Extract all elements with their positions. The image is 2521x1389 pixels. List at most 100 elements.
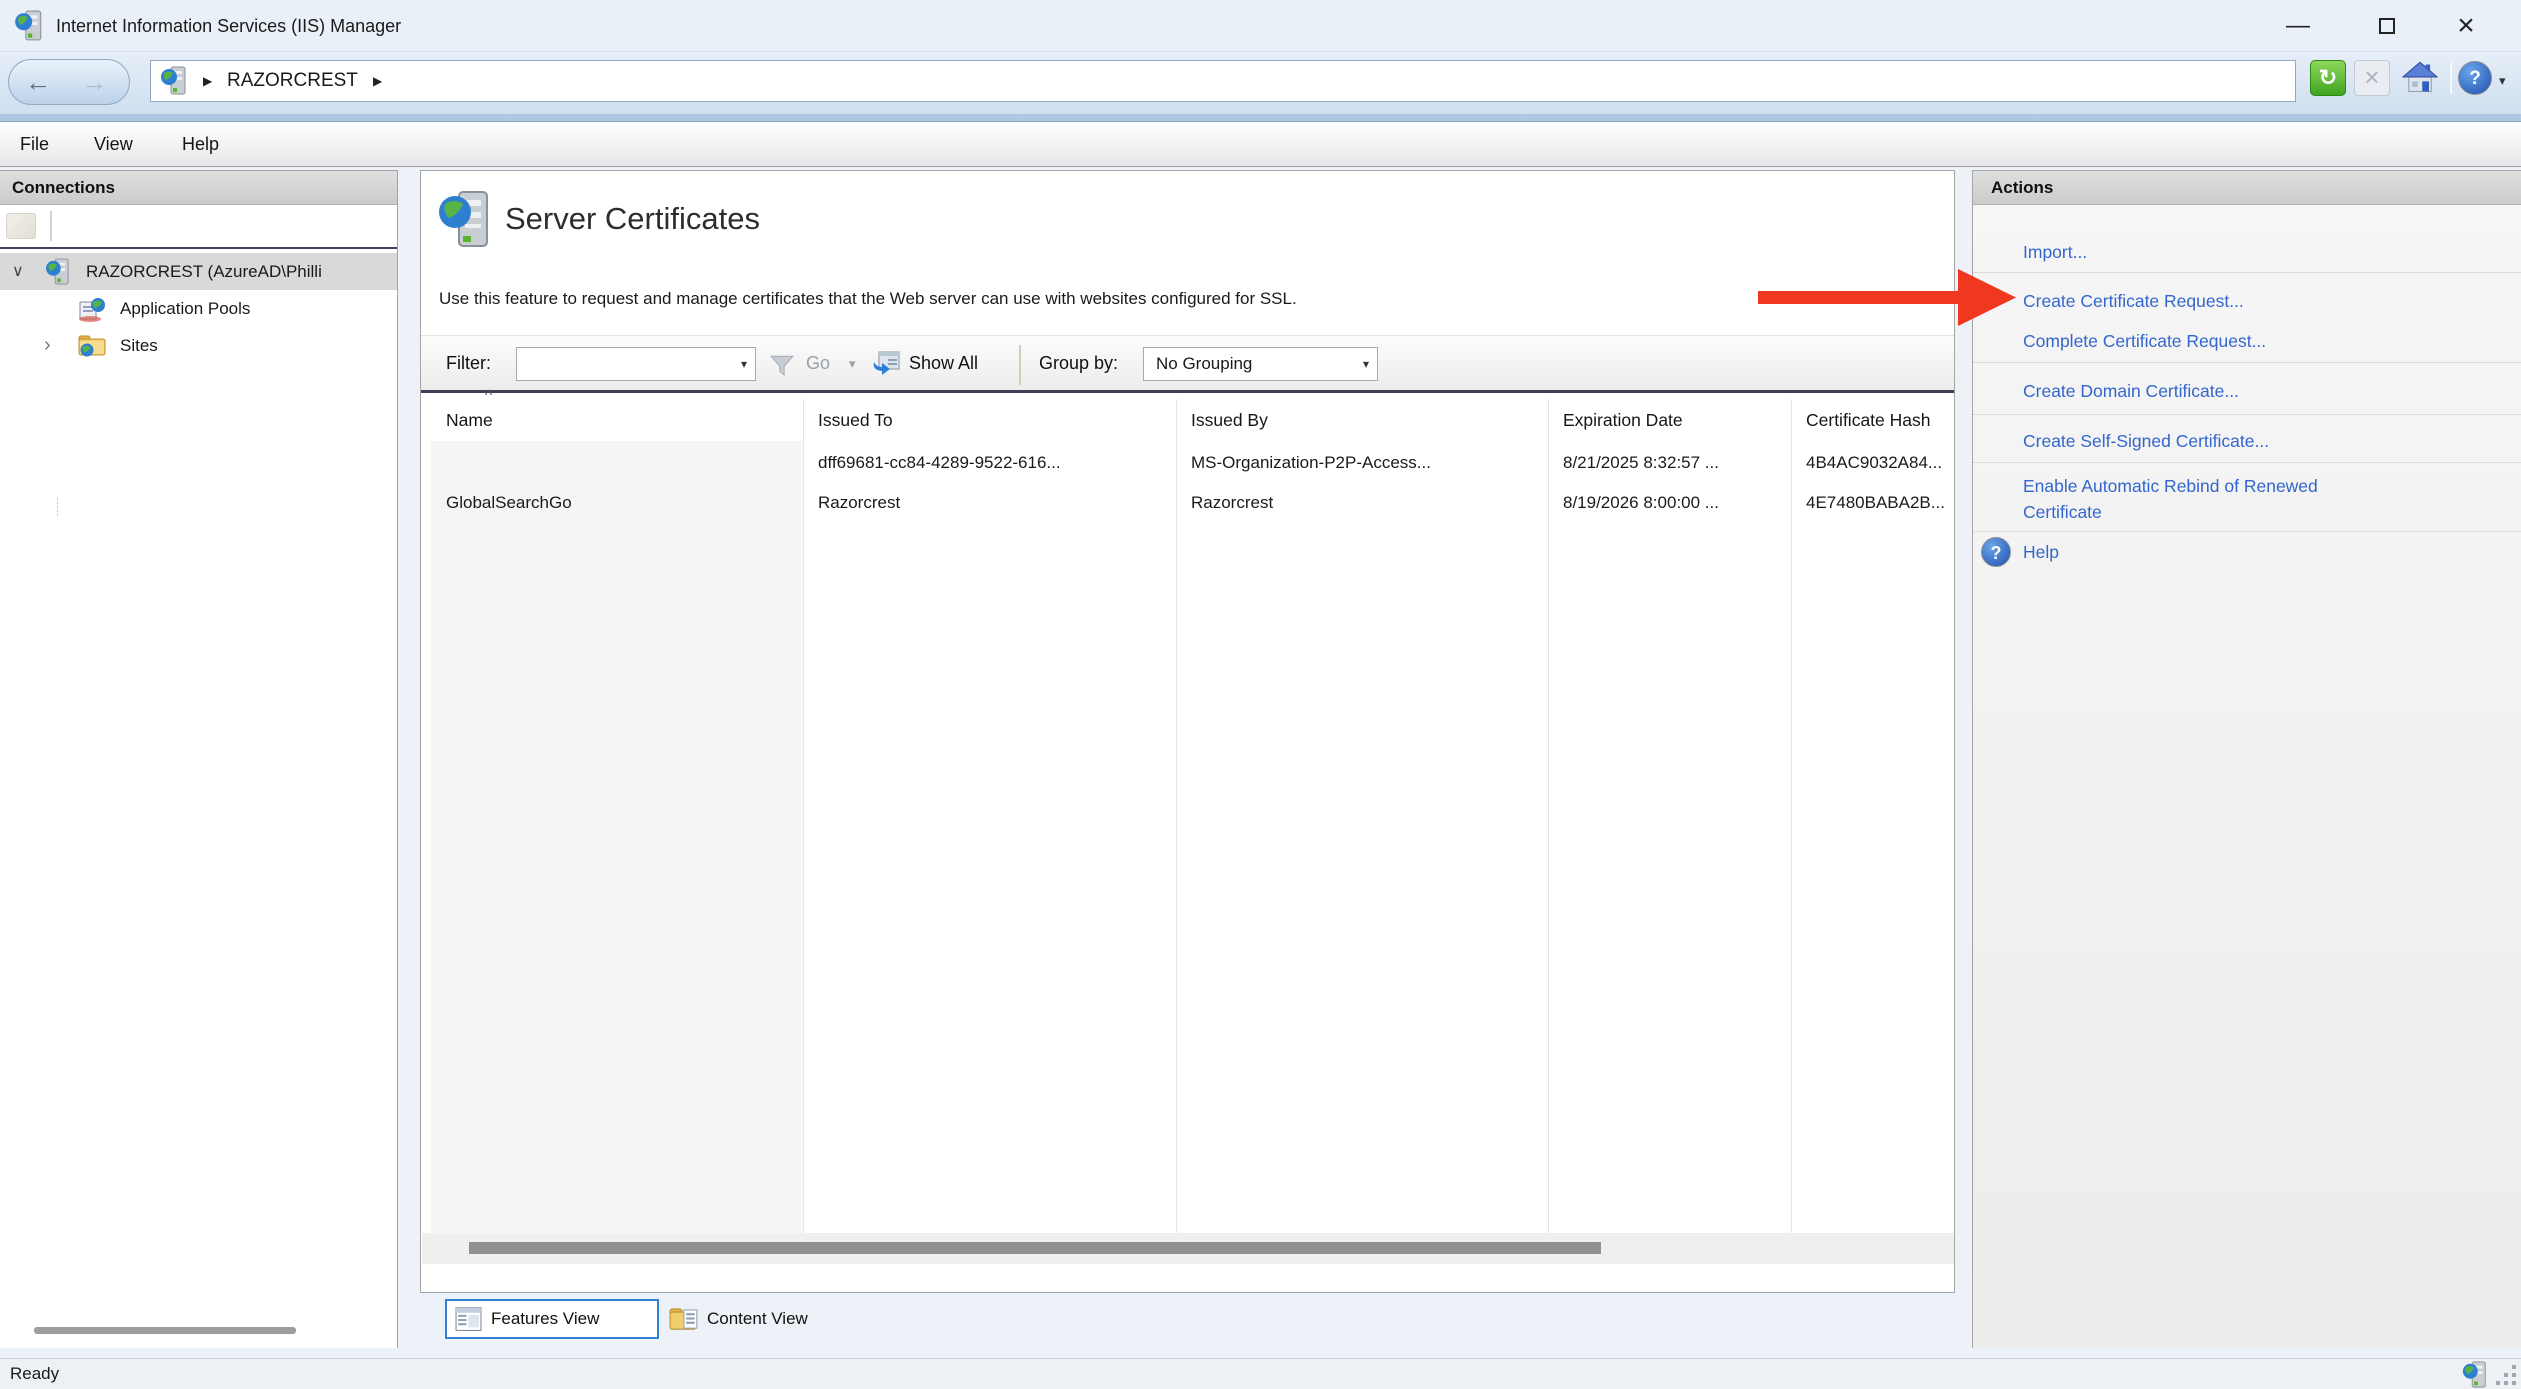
tree-connector [57, 497, 58, 516]
column-header-name[interactable]: Name [446, 399, 786, 441]
table-row-2-issued-by[interactable]: Razorcrest [1191, 483, 1536, 523]
window-title: Internet Information Services (IIS) Mana… [56, 0, 401, 52]
go-dropdown-icon[interactable]: ▾ [849, 336, 856, 391]
connections-toolbar-separator [50, 211, 52, 241]
server-certificates-panel: Server Certificates Use this feature to … [420, 170, 1955, 1293]
column-separator[interactable] [1791, 399, 1792, 1233]
breadcrumb-server[interactable]: RAZORCREST [227, 61, 358, 101]
connections-panel: Connections ∨ RAZORCREST (AzureAD\Philli [0, 170, 398, 1348]
expand-icon[interactable]: › [44, 327, 51, 364]
tree-node-application-pools[interactable]: Application Pools [0, 290, 397, 327]
tab-features-view[interactable]: Features View [445, 1299, 659, 1339]
filter-text-field[interactable] [521, 350, 721, 378]
column-header-hash[interactable]: Certificate Hash [1806, 399, 1952, 441]
tree-node-sites[interactable]: › Sites [0, 327, 397, 364]
status-iis-icon [2462, 1361, 2488, 1389]
sites-label: Sites [120, 327, 158, 364]
toolbar-separator [1019, 345, 1021, 385]
table-row-1-expiration[interactable]: 8/21/2025 8:32:57 ... [1563, 443, 1781, 483]
group-by-value: No Grouping [1156, 348, 1252, 380]
server-node-label: RAZORCREST (AzureAD\Philli [86, 253, 322, 290]
table-row-1-name[interactable] [446, 443, 791, 483]
help-glyph: ? [1991, 543, 2002, 563]
stop-button[interactable]: × [2354, 60, 2390, 96]
maximize-icon [2379, 18, 2395, 34]
column-header-issued-by[interactable]: Issued By [1191, 399, 1531, 441]
show-all-button[interactable]: Show All [909, 336, 978, 391]
status-text: Ready [10, 1359, 59, 1389]
table-row-2-name[interactable]: GlobalSearchGo [446, 483, 791, 523]
menu-bar: File View Help [0, 122, 2521, 167]
connections-header: Connections [0, 171, 397, 205]
help-circle-icon: ? [1981, 537, 2011, 567]
sites-folder-icon [78, 333, 106, 357]
breadcrumb-arrow-icon-2[interactable]: ▶ [373, 61, 382, 101]
table-row-1-issued-by[interactable]: MS-Organization-P2P-Access... [1191, 443, 1536, 483]
connections-horizontal-scrollbar[interactable] [34, 1327, 296, 1334]
action-import[interactable]: Import... [2023, 239, 2087, 265]
group-by-label: Group by: [1039, 336, 1118, 391]
content-view-icon [669, 1305, 699, 1332]
action-create-self-signed-certificate[interactable]: Create Self-Signed Certificate... [2023, 428, 2269, 454]
help-dropdown-icon[interactable]: ▾ [2499, 52, 2506, 110]
actions-separator [1973, 462, 2521, 463]
help-icon: ? [2469, 68, 2481, 89]
column-separator[interactable] [803, 399, 804, 1233]
action-complete-certificate-request[interactable]: Complete Certificate Request... [2023, 328, 2266, 354]
collapse-icon[interactable]: ∨ [12, 253, 24, 290]
home-button[interactable] [2402, 60, 2438, 96]
minimize-icon: — [2286, 12, 2310, 39]
column-header-issued-to[interactable]: Issued To [818, 399, 1158, 441]
refresh-button[interactable]: ↻ [2310, 60, 2346, 96]
help-button[interactable]: ? [2458, 61, 2492, 95]
address-bar[interactable]: ▶ RAZORCREST ▶ [150, 60, 2296, 102]
table-row-2-issued-to[interactable]: Razorcrest [818, 483, 1163, 523]
group-by-select[interactable]: No Grouping ▾ [1143, 347, 1378, 381]
server-certificates-icon [439, 189, 491, 251]
page-description: Use this feature to request and manage c… [439, 289, 1297, 309]
action-enable-automatic-rebind[interactable]: Enable Automatic Rebind of Renewed Certi… [2023, 473, 2363, 525]
filter-funnel-icon [769, 352, 795, 378]
list-horizontal-scrollbar-thumb[interactable] [469, 1242, 1601, 1254]
actions-panel: Actions Import... Create Certificate Req… [1972, 170, 2521, 1348]
tree-node-server[interactable]: ∨ RAZORCREST (AzureAD\Philli [0, 253, 397, 290]
menu-file[interactable]: File [14, 122, 55, 166]
server-node-icon [46, 258, 70, 286]
menu-view[interactable]: View [88, 122, 139, 166]
maximize-button[interactable] [2359, 0, 2415, 52]
actions-separator [1973, 272, 2521, 273]
close-button[interactable]: × [2438, 0, 2494, 52]
connections-toolbar [0, 205, 397, 249]
features-view-label: Features View [491, 1301, 599, 1337]
tab-content-view[interactable]: Content View [667, 1301, 867, 1341]
action-create-domain-certificate[interactable]: Create Domain Certificate... [2023, 378, 2239, 404]
action-help[interactable]: Help [2023, 539, 2059, 565]
actions-separator [1973, 531, 2521, 532]
iis-manager-window: Internet Information Services (IIS) Mana… [0, 0, 2521, 1389]
column-separator[interactable] [1548, 399, 1549, 1233]
filter-dropdown-icon[interactable]: ▾ [741, 348, 747, 380]
column-header-expiration[interactable]: Expiration Date [1563, 399, 1778, 441]
page-title: Server Certificates [505, 201, 760, 237]
table-row-2-hash[interactable]: 4E7480BABA2B... [1806, 483, 1952, 523]
application-pools-label: Application Pools [120, 290, 250, 327]
table-row-1-issued-to[interactable]: dff69681-cc84-4289-9522-616... [818, 443, 1163, 483]
save-connection-icon[interactable] [6, 213, 36, 239]
menu-help[interactable]: Help [176, 122, 225, 166]
resize-grip[interactable] [2496, 1365, 2518, 1387]
group-by-dropdown-icon[interactable]: ▾ [1363, 348, 1369, 380]
back-icon: ← [25, 60, 51, 104]
column-separator[interactable] [1176, 399, 1177, 1233]
iis-logo-icon [14, 10, 44, 42]
filter-input[interactable]: ▾ [516, 347, 756, 381]
table-row-2-expiration[interactable]: 8/19/2026 8:00:00 ... [1563, 483, 1781, 523]
features-view-icon [455, 1306, 482, 1332]
table-row-1-hash[interactable]: 4B4AC9032A84... [1806, 443, 1952, 483]
navigation-bar: ← → ▶ RAZORCREST ▶ ↻ × ? ▾ [0, 52, 2521, 114]
nav-buttons: ← → [8, 59, 130, 105]
action-create-certificate-request[interactable]: Create Certificate Request... [2023, 288, 2244, 314]
minimize-button[interactable]: — [2270, 0, 2326, 52]
go-button[interactable]: Go [806, 336, 830, 391]
filter-label: Filter: [446, 336, 491, 391]
divider-strip [0, 114, 2521, 122]
